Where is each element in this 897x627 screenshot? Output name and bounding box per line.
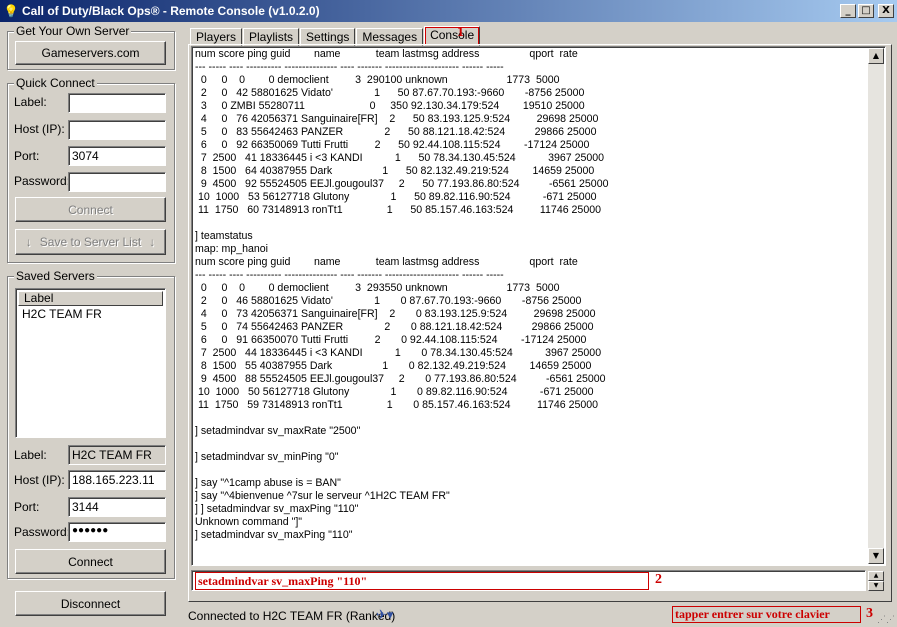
annotation-marker-3: 3 xyxy=(866,606,873,621)
save-to-list-button[interactable]: ↓ Save to Server List ↓ xyxy=(15,229,166,255)
qc-password-label: Password: xyxy=(14,174,71,188)
ss-connect-button[interactable]: Connect xyxy=(15,549,166,574)
spin-up-icon[interactable]: ▲ xyxy=(868,571,884,581)
arrow-down-icon: ↓ xyxy=(25,235,32,249)
ss-port-label: Port: xyxy=(14,500,40,514)
qc-port-label: Port: xyxy=(14,149,40,163)
minimize-button[interactable]: _ xyxy=(840,4,856,18)
command-input-field[interactable]: setadmindvar sv_maxPing "110" xyxy=(191,570,866,591)
gameservers-button[interactable]: Gameservers.com xyxy=(15,41,166,65)
close-button[interactable]: X xyxy=(878,4,894,18)
ss-host-input[interactable]: 188.165.223.11 xyxy=(68,470,166,490)
quick-connect-legend: Quick Connect xyxy=(14,76,97,90)
spin-down-icon[interactable]: ▼ xyxy=(868,581,884,591)
ss-password-input[interactable]: ●●●●●● xyxy=(68,522,166,542)
list-item[interactable]: H2C TEAM FR xyxy=(22,307,102,321)
scroll-down-button[interactable]: ▼ xyxy=(868,548,884,564)
ss-label-label: Label: xyxy=(14,448,47,462)
saved-servers-legend: Saved Servers xyxy=(14,269,97,283)
ss-host-label: Host (IP): xyxy=(14,473,65,487)
command-input-text[interactable]: setadmindvar sv_maxPing "110" xyxy=(195,572,649,590)
list-column-label[interactable]: Label xyxy=(18,291,163,306)
ss-port-input[interactable]: 3144 xyxy=(68,497,166,517)
annotation-marker-1: 1 xyxy=(457,25,464,40)
qc-port-input[interactable]: 3074 xyxy=(68,146,166,166)
tab-bar: Players Playlists Settings Messages Cons… xyxy=(190,26,481,46)
scroll-up-button[interactable]: ▲ xyxy=(868,48,884,64)
status-bar: Connected to H2C TEAM FR (Ranked) ✈▾ tap… xyxy=(0,604,897,627)
console-text: num score ping guid name team lastmsg ad… xyxy=(195,48,609,541)
command-spinner[interactable]: ▲ ▼ xyxy=(868,571,884,591)
get-server-legend: Get Your Own Server xyxy=(14,24,132,38)
tab-console[interactable]: Console xyxy=(424,26,481,46)
connection-status: Connected to H2C TEAM FR (Ranked) xyxy=(188,609,396,623)
hint-text: tapper entrer sur votre clavier xyxy=(672,606,861,623)
qc-label-label: Label: xyxy=(14,95,47,109)
title-bar[interactable]: 💡 Call of Duty/Black Ops® - Remote Conso… xyxy=(0,0,897,22)
console-scrollbar[interactable]: ▲ ▼ xyxy=(868,48,884,564)
arrow-down-icon: ↓ xyxy=(149,235,156,249)
qc-label-input[interactable] xyxy=(68,93,166,113)
annotation-marker-2: 2 xyxy=(655,572,662,587)
qc-password-input[interactable] xyxy=(68,172,166,192)
resize-grip-icon[interactable]: ⋰⋰ xyxy=(877,614,895,625)
network-dropdown-icon[interactable]: ✈▾ xyxy=(376,607,393,623)
app-lightbulb-icon: 💡 xyxy=(3,4,19,18)
list-header: Label xyxy=(18,291,163,306)
console-output[interactable]: num score ping guid name team lastmsg ad… xyxy=(191,46,886,566)
qc-host-input[interactable] xyxy=(68,120,166,140)
ss-label-input[interactable]: H2C TEAM FR xyxy=(68,445,166,465)
window-title: Call of Duty/Black Ops® - Remote Console… xyxy=(22,4,320,18)
saved-servers-list[interactable]: Label H2C TEAM FR xyxy=(15,288,166,438)
maximize-button[interactable]: □ xyxy=(858,4,874,18)
qc-connect-button[interactable]: Connect xyxy=(15,197,166,222)
save-to-list-label: Save to Server List xyxy=(39,235,142,249)
ss-password-label: Password: xyxy=(14,525,71,539)
qc-host-label: Host (IP): xyxy=(14,122,65,136)
